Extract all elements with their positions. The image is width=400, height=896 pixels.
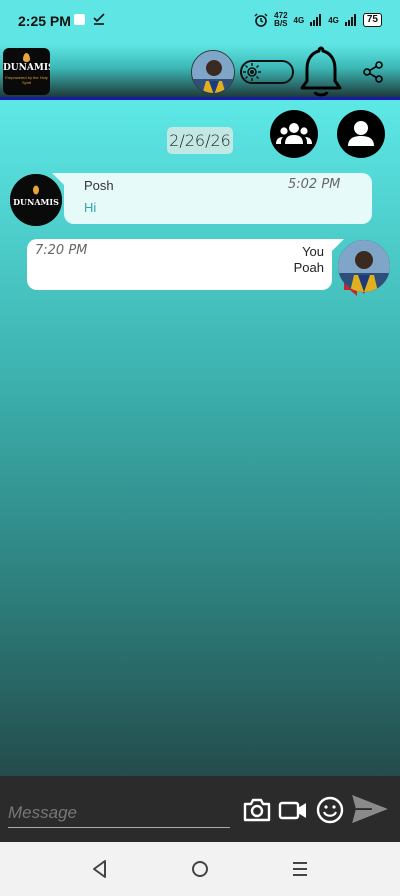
message-sender: You — [302, 244, 324, 259]
date-badge: 2/26/26 — [167, 127, 233, 154]
emoji-icon[interactable] — [315, 795, 345, 825]
network-type-1: 4G — [293, 15, 305, 25]
home-icon[interactable] — [189, 858, 211, 880]
message-text: Hi — [84, 200, 97, 215]
user-avatar-photo — [338, 240, 390, 292]
message-time: 5:02 PM — [288, 177, 341, 192]
signal-icon — [344, 14, 356, 26]
back-icon[interactable] — [89, 858, 111, 880]
sender-logo-text: DUNAMIS — [13, 197, 59, 207]
user-avatar[interactable] — [338, 240, 390, 292]
system-nav-bar — [0, 842, 400, 896]
photo-icon — [74, 13, 85, 25]
chat-area[interactable]: 2/26/26 DUNAMIS Posh Hi 5:02 PM 7:20 PM … — [0, 100, 400, 776]
composer — [0, 776, 400, 842]
share-icon[interactable] — [362, 61, 384, 83]
signal-icon — [310, 14, 322, 26]
status-right-icons: 472 B/S 4G 4G 75 — [254, 12, 382, 28]
avatar[interactable] — [191, 50, 235, 94]
logo-text: DUNAMIS — [3, 63, 50, 73]
message-bubble-outgoing[interactable]: 7:20 PM You Poah — [27, 239, 344, 290]
groups-button[interactable] — [270, 110, 318, 158]
video-icon[interactable] — [278, 795, 308, 825]
bell-icon[interactable] — [297, 45, 345, 99]
app-logo[interactable]: DUNAMIS Empowered by the Holy Spirit — [3, 48, 50, 95]
avatar-photo — [192, 51, 234, 93]
net-speed-unit: B/S — [274, 19, 288, 28]
menu-icon[interactable] — [289, 858, 311, 880]
flame-icon — [23, 53, 30, 62]
group-icon — [276, 123, 312, 144]
logo-subtext: Empowered by the Holy Spirit — [5, 75, 48, 85]
profile-button[interactable] — [337, 110, 385, 158]
alarm-icon — [254, 13, 268, 27]
network-type-2: 4G — [328, 15, 339, 25]
message-time: 7:20 PM — [35, 243, 88, 258]
send-icon[interactable] — [350, 794, 390, 824]
app-header: DUNAMIS Empowered by the Holy Spirit — [0, 44, 400, 100]
message-bubble-incoming[interactable]: Posh Hi 5:02 PM — [52, 173, 372, 224]
person-icon — [348, 121, 374, 146]
status-left-icons — [74, 13, 105, 25]
sun-icon — [243, 63, 261, 81]
message-text: Poah — [293, 260, 324, 275]
message-input[interactable] — [8, 798, 230, 828]
status-bar: 2:25 PM 472 B/S 4G 4G 75 — [0, 0, 400, 44]
battery-icon: 75 — [362, 13, 382, 27]
message-sender: Posh — [84, 178, 114, 193]
camera-icon[interactable] — [242, 795, 272, 825]
download-check-icon — [93, 13, 105, 25]
net-speed: 472 B/S — [274, 12, 287, 28]
theme-toggle[interactable] — [240, 60, 294, 84]
status-time: 2:25 PM — [18, 13, 71, 29]
